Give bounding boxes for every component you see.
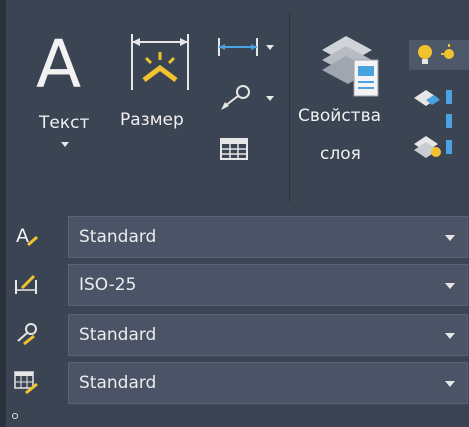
text-dropdown-arrow-icon[interactable] [61,142,69,147]
layer-isolate-icon[interactable] [412,110,452,132]
layer-properties-icon [322,36,379,97]
svg-text:A: A [16,225,29,247]
dimension-button-label: Размер [120,110,184,130]
text-style-icon: A [16,225,38,247]
linear-dimension-dropdown-icon[interactable] [266,45,274,50]
table-icon[interactable] [220,138,248,160]
dimension-button[interactable]: Размер [118,30,208,140]
table-style-value: Standard [79,373,157,393]
table-style-row: Standard [6,360,469,404]
text-large-a-icon: A [36,26,82,103]
dimension-style-icon [15,274,37,294]
table-style-select[interactable]: Standard [68,362,468,404]
lightbulb-icon [418,44,454,64]
layer-freeze-icon[interactable] [412,134,452,160]
multileader-style-select[interactable]: Standard [68,314,468,356]
chevron-down-icon[interactable] [445,235,455,241]
layer-properties-label-line1: Свойства [298,106,382,126]
layer-properties-label-line2: слоя [320,144,361,164]
text-style-value: Standard [79,227,157,247]
text-style-select[interactable]: Standard [68,216,468,258]
panel-footer [6,407,469,427]
group-separator [289,12,290,202]
multileader-icon[interactable] [219,84,253,112]
annotation-ribbon-panel: A Текст Размер Свойства слоя A Standard … [0,0,469,427]
layer-off-icon[interactable] [412,86,452,108]
dimension-style-value: ISO-25 [79,275,137,295]
text-style-row: A Standard [6,214,469,258]
text-button[interactable]: A Текст [30,30,100,160]
multileader-dropdown-icon[interactable] [266,96,274,101]
dimension-style-row: ISO-25 [6,262,469,306]
multileader-style-value: Standard [79,325,157,345]
text-button-label: Текст [39,113,90,133]
dimension-icon [131,34,189,90]
chevron-down-icon[interactable] [445,381,455,387]
chevron-down-icon[interactable] [445,333,455,339]
layer-properties-button[interactable]: Свойства слоя [296,30,406,170]
multileader-style-row: Standard [6,312,469,356]
multileader-style-icon [17,323,37,346]
layer-state-dropdown[interactable] [409,40,469,70]
panel-expand-dot-icon[interactable] [12,413,18,419]
chevron-down-icon[interactable] [445,283,455,289]
table-style-icon [14,371,38,394]
linear-dimension-icon[interactable] [217,36,259,58]
dimension-style-select[interactable]: ISO-25 [68,264,468,306]
